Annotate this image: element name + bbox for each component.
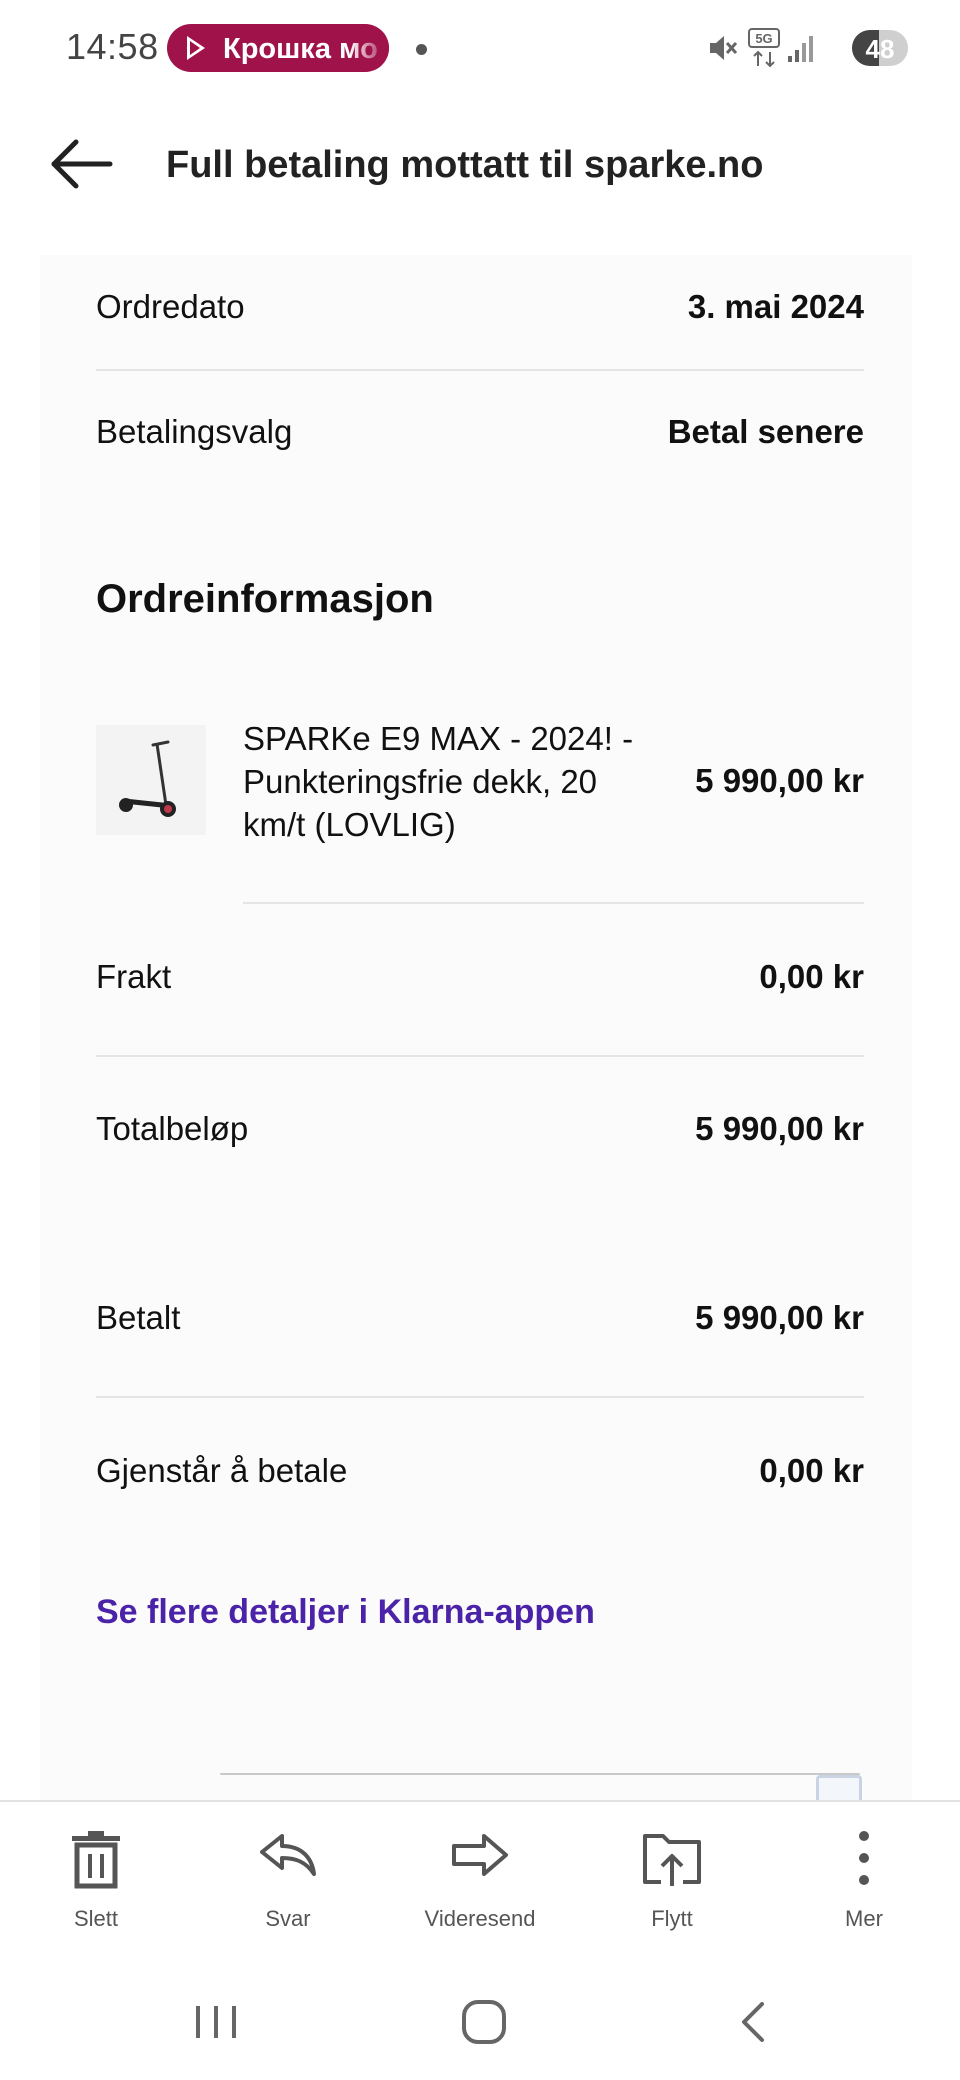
forward-label: Videresend bbox=[424, 1906, 536, 1931]
product-name: SPARKe E9 MAX - 2024! - Punkteringsfrie … bbox=[243, 720, 634, 843]
mute-icon bbox=[710, 36, 738, 60]
divider bbox=[243, 902, 864, 904]
total-row: Totalbeløp 5 990,00 kr bbox=[96, 1110, 864, 1170]
divider bbox=[96, 1055, 864, 1057]
order-date-row: Ordredato 3. mai 2024 bbox=[96, 288, 864, 348]
receipt-card: Ordredato 3. mai 2024 Betalingsvalg Beta… bbox=[40, 255, 912, 1800]
move-button[interactable]: Flytt bbox=[592, 1802, 752, 1942]
shipping-value: 0,00 kr bbox=[759, 958, 864, 995]
image-placeholder-icon bbox=[816, 1775, 862, 1800]
payment-option-value: Betal senere bbox=[667, 413, 864, 450]
paid-label: Betalt bbox=[96, 1299, 181, 1336]
scooter-icon bbox=[119, 740, 176, 817]
total-label: Totalbeløp bbox=[96, 1110, 249, 1147]
header: Full betaling mottatt til sparke.no bbox=[0, 110, 960, 220]
forward-arrow-icon bbox=[452, 1834, 508, 1876]
status-time: 14:58 bbox=[66, 26, 159, 67]
trash-icon bbox=[72, 1831, 120, 1889]
forward-button[interactable]: Videresend bbox=[400, 1802, 560, 1942]
move-to-folder-icon bbox=[643, 1834, 701, 1886]
mail-toolbar: Slett Svar Videresend Flytt Mer bbox=[0, 1800, 960, 1950]
klarna-app-link[interactable]: Se flere detaljer i Klarna-appen bbox=[96, 1593, 595, 1632]
network-5g-icon: 5G bbox=[748, 28, 780, 68]
status-bar: 14:58 Крошка мо 5G 48 bbox=[0, 0, 960, 100]
product-image bbox=[96, 725, 206, 835]
reply-label: Svar bbox=[265, 1906, 311, 1931]
nav-back-icon bbox=[742, 2002, 764, 2042]
battery-level: 48 bbox=[865, 34, 895, 64]
recents-icon bbox=[196, 2006, 236, 2038]
page-title: Full betaling mottatt til sparke.no bbox=[166, 144, 764, 186]
shipping-row: Frakt 0,00 kr bbox=[96, 958, 864, 1018]
divider bbox=[96, 369, 864, 371]
delete-button[interactable]: Slett bbox=[16, 1802, 176, 1942]
payment-option-label: Betalingsvalg bbox=[96, 413, 293, 450]
shipping-label: Frakt bbox=[96, 958, 172, 995]
move-label: Flytt bbox=[651, 1906, 693, 1931]
reply-button[interactable]: Svar bbox=[208, 1802, 368, 1942]
notification-dot-icon bbox=[416, 44, 427, 55]
back-button[interactable] bbox=[48, 134, 118, 194]
system-navigation-bar bbox=[0, 1960, 960, 2080]
recents-button[interactable] bbox=[176, 1982, 256, 2062]
paid-row: Betalt 5 990,00 kr bbox=[96, 1299, 864, 1359]
paid-value: 5 990,00 kr bbox=[695, 1299, 864, 1336]
remaining-row: Gjenstår å betale 0,00 kr bbox=[96, 1452, 864, 1512]
delete-label: Slett bbox=[73, 1906, 119, 1931]
product-price: 5 990,00 kr bbox=[695, 762, 864, 799]
network-label: 5G bbox=[755, 31, 772, 46]
home-button[interactable] bbox=[444, 1982, 524, 2062]
order-date-label: Ordredato bbox=[96, 288, 245, 325]
more-button[interactable]: Mer bbox=[784, 1802, 944, 1942]
vertical-dots-icon bbox=[859, 1831, 869, 1885]
signal-icon bbox=[788, 36, 813, 62]
arrow-left-icon bbox=[51, 139, 113, 189]
divider bbox=[220, 1773, 860, 1775]
nav-back-button[interactable] bbox=[714, 1982, 794, 2062]
total-value: 5 990,00 kr bbox=[695, 1110, 864, 1147]
payment-option-row: Betalingsvalg Betal senere bbox=[96, 413, 864, 473]
order-date-value: 3. mai 2024 bbox=[687, 288, 864, 325]
more-label: Mer bbox=[845, 1906, 883, 1931]
media-playback-pill[interactable]: Крошка мо bbox=[167, 24, 389, 72]
remaining-label: Gjenstår å betale bbox=[96, 1452, 348, 1489]
home-icon bbox=[462, 2000, 506, 2044]
order-info-heading: Ordreinformasjon bbox=[96, 577, 434, 621]
battery-icon: 48 bbox=[852, 30, 908, 66]
reply-icon bbox=[260, 1834, 316, 1876]
play-icon bbox=[187, 36, 205, 60]
divider bbox=[96, 1396, 864, 1398]
remaining-value: 0,00 kr bbox=[759, 1452, 864, 1489]
